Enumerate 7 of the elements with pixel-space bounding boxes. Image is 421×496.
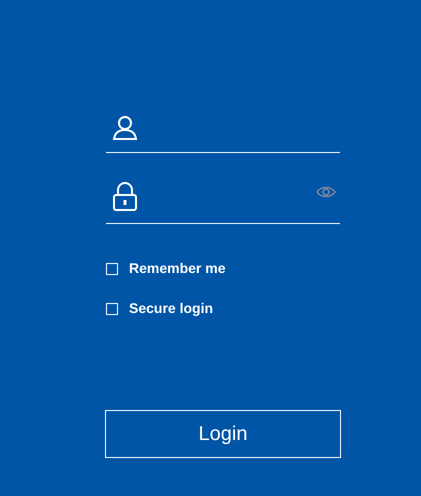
user-icon — [112, 115, 138, 141]
lock-icon — [112, 182, 138, 212]
checkbox[interactable] — [106, 302, 118, 314]
login-button[interactable]: Login — [105, 410, 341, 458]
checkbox[interactable] — [106, 262, 118, 274]
checkbox-label: Remember me — [129, 259, 226, 278]
checkbox-label: Secure login — [129, 299, 214, 318]
